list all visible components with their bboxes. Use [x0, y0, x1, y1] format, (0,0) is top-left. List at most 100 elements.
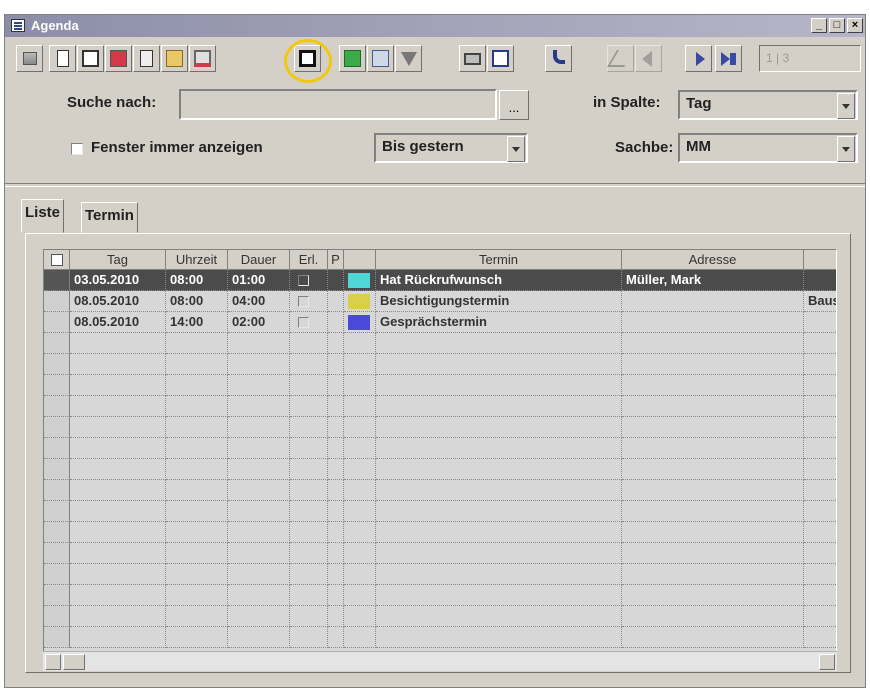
- table-cell-tag[interactable]: [70, 606, 166, 627]
- save-as-button[interactable]: [294, 45, 321, 72]
- table-row[interactable]: [44, 522, 836, 543]
- table-cell-color[interactable]: [344, 333, 376, 354]
- column-header-termin[interactable]: Termin: [376, 250, 622, 270]
- table-cell-color[interactable]: [344, 564, 376, 585]
- table-cell-color[interactable]: [344, 312, 376, 333]
- table-cell-tag[interactable]: [70, 438, 166, 459]
- table-cell-adresse[interactable]: [622, 480, 804, 501]
- table-cell-tag[interactable]: 03.05.2010: [70, 270, 166, 291]
- table-cell-termin[interactable]: [376, 585, 622, 606]
- table-cell-uhrzeit[interactable]: [166, 564, 228, 585]
- table-cell-extra[interactable]: [804, 375, 836, 396]
- table-cell-adresse[interactable]: [622, 459, 804, 480]
- table-cell-uhrzeit[interactable]: [166, 543, 228, 564]
- table-cell-p[interactable]: [328, 627, 344, 648]
- table-row[interactable]: [44, 606, 836, 627]
- open-button[interactable]: [161, 45, 188, 72]
- erledigt-checkbox[interactable]: [298, 317, 309, 328]
- table-cell-adresse[interactable]: [622, 627, 804, 648]
- filter-button[interactable]: [395, 45, 422, 72]
- sort-button[interactable]: [367, 45, 394, 72]
- table-row[interactable]: 03.05.2010 08:00 01:00 Hat Rückrufwunsch Mül…: [44, 270, 836, 291]
- notes-button[interactable]: [133, 45, 160, 72]
- table-cell-color[interactable]: [344, 627, 376, 648]
- table-cell-tag[interactable]: [70, 396, 166, 417]
- table-cell-adresse[interactable]: [622, 354, 804, 375]
- edit-button[interactable]: [105, 45, 132, 72]
- scroll-left-icon[interactable]: [45, 654, 61, 670]
- table-cell-erl[interactable]: [290, 627, 328, 648]
- table-cell-dauer[interactable]: [228, 627, 290, 648]
- table-cell-erl[interactable]: [290, 312, 328, 333]
- horizontal-scrollbar[interactable]: [43, 651, 837, 671]
- table-cell-tag[interactable]: [70, 480, 166, 501]
- table-cell-extra[interactable]: [804, 564, 836, 585]
- row-header[interactable]: [44, 606, 70, 627]
- table-cell-p[interactable]: [328, 480, 344, 501]
- table-cell-dauer[interactable]: 01:00: [228, 270, 290, 291]
- table-row[interactable]: [44, 480, 836, 501]
- table-cell-uhrzeit[interactable]: [166, 480, 228, 501]
- table-cell-termin[interactable]: [376, 522, 622, 543]
- row-header[interactable]: [44, 312, 70, 333]
- table-cell-uhrzeit[interactable]: [166, 522, 228, 543]
- table-cell-termin[interactable]: [376, 459, 622, 480]
- chevron-down-icon[interactable]: [837, 136, 855, 162]
- row-header[interactable]: [44, 522, 70, 543]
- table-cell-p[interactable]: [328, 270, 344, 291]
- table-cell-tag[interactable]: [70, 585, 166, 606]
- row-header[interactable]: [44, 333, 70, 354]
- table-cell-extra[interactable]: [804, 417, 836, 438]
- table-cell-termin[interactable]: [376, 438, 622, 459]
- scroll-right-icon[interactable]: [819, 654, 835, 670]
- table-cell-p[interactable]: [328, 606, 344, 627]
- tab-termin[interactable]: Termin: [81, 202, 138, 233]
- table-cell-erl[interactable]: [290, 438, 328, 459]
- table-cell-tag[interactable]: [70, 354, 166, 375]
- help-button[interactable]: [487, 45, 514, 72]
- next-record-button[interactable]: [685, 45, 712, 72]
- table-cell-erl[interactable]: [290, 522, 328, 543]
- table-cell-termin[interactable]: [376, 480, 622, 501]
- tab-liste[interactable]: Liste: [21, 199, 65, 233]
- table-cell-extra[interactable]: Baust: [804, 291, 836, 312]
- table-cell-termin[interactable]: [376, 627, 622, 648]
- table-row[interactable]: [44, 375, 836, 396]
- erledigt-checkbox[interactable]: [298, 296, 309, 307]
- column-header-p[interactable]: P: [328, 250, 344, 270]
- table-cell-uhrzeit[interactable]: [166, 459, 228, 480]
- table-cell-termin[interactable]: [376, 501, 622, 522]
- table-cell-extra[interactable]: [804, 522, 836, 543]
- table-cell-tag[interactable]: [70, 501, 166, 522]
- table-cell-tag[interactable]: [70, 627, 166, 648]
- row-header[interactable]: [44, 480, 70, 501]
- table-cell-color[interactable]: [344, 606, 376, 627]
- table-cell-p[interactable]: [328, 459, 344, 480]
- table-cell-termin[interactable]: [376, 543, 622, 564]
- column-header-adresse[interactable]: Adresse: [622, 250, 804, 270]
- table-cell-erl[interactable]: [290, 606, 328, 627]
- table-row[interactable]: [44, 585, 836, 606]
- sachbe-select[interactable]: MM: [678, 133, 858, 163]
- table-cell-p[interactable]: [328, 396, 344, 417]
- table-cell-tag[interactable]: [70, 375, 166, 396]
- table-cell-adresse[interactable]: [622, 417, 804, 438]
- table-cell-uhrzeit[interactable]: [166, 585, 228, 606]
- table-cell-dauer[interactable]: [228, 585, 290, 606]
- table-cell-erl[interactable]: [290, 396, 328, 417]
- table-row[interactable]: [44, 438, 836, 459]
- table-cell-p[interactable]: [328, 312, 344, 333]
- table-cell-tag[interactable]: [70, 333, 166, 354]
- table-row[interactable]: [44, 417, 836, 438]
- table-cell-termin[interactable]: Besichtigungstermin: [376, 291, 622, 312]
- table-cell-termin[interactable]: [376, 417, 622, 438]
- table-cell-erl[interactable]: [290, 417, 328, 438]
- table-cell-extra[interactable]: [804, 585, 836, 606]
- column-header-dauer[interactable]: Dauer: [228, 250, 290, 270]
- show-window-checkbox[interactable]: [71, 143, 83, 155]
- close-button[interactable]: ×: [847, 18, 863, 33]
- row-header[interactable]: [44, 354, 70, 375]
- scroll-thumb[interactable]: [63, 654, 85, 670]
- table-cell-dauer[interactable]: [228, 543, 290, 564]
- table-cell-uhrzeit[interactable]: [166, 375, 228, 396]
